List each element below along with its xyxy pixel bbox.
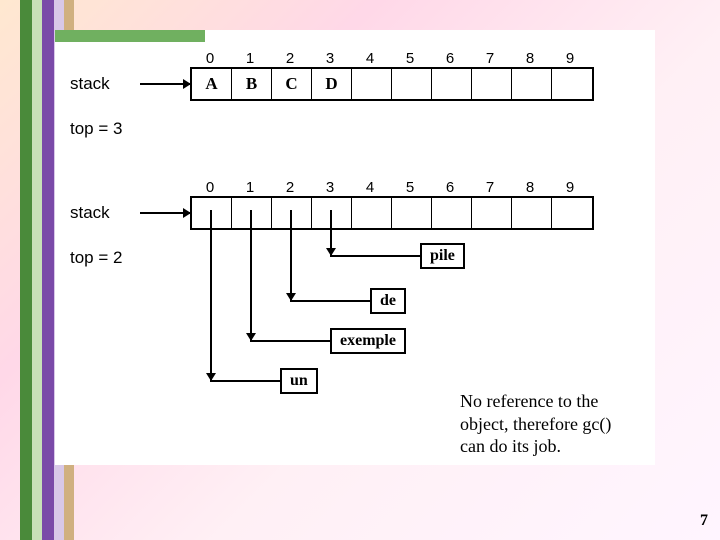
cell: A — [192, 69, 232, 99]
index-label: 3 — [310, 179, 350, 196]
cell — [272, 198, 312, 228]
indices-row-2: 0 1 2 3 4 5 6 7 8 9 — [190, 179, 650, 196]
ref-box-pile: pile — [420, 243, 465, 269]
cells-1: A B C D — [190, 67, 594, 101]
cell: D — [312, 69, 352, 99]
index-label: 6 — [430, 179, 470, 196]
cell: C — [272, 69, 312, 99]
stack-label-2: stack — [70, 203, 140, 223]
index-label: 2 — [270, 50, 310, 67]
cell — [432, 198, 472, 228]
cell — [312, 198, 352, 228]
page-number: 7 — [700, 512, 708, 530]
cell — [472, 69, 512, 99]
cell — [552, 69, 592, 99]
cell — [192, 198, 232, 228]
ref-box-de: de — [370, 288, 406, 314]
index-label: 9 — [550, 179, 590, 196]
index-label: 1 — [230, 50, 270, 67]
index-label: 5 — [390, 50, 430, 67]
cell — [472, 198, 512, 228]
cell — [392, 69, 432, 99]
cell — [352, 69, 392, 99]
accent-bar — [55, 30, 205, 42]
index-label: 2 — [270, 179, 310, 196]
array-group-1: 0 1 2 3 4 5 6 7 8 9 stack A B C D — [70, 50, 650, 139]
top-marker-icon — [325, 103, 335, 113]
cell — [352, 198, 392, 228]
cell: B — [232, 69, 272, 99]
index-label: 5 — [390, 179, 430, 196]
index-label: 8 — [510, 50, 550, 67]
top-value-1: top = 3 — [70, 119, 650, 139]
index-label: 3 — [310, 50, 350, 67]
index-label: 9 — [550, 50, 590, 67]
caption-line: object, therefore gc() — [460, 414, 611, 434]
index-label: 1 — [230, 179, 270, 196]
index-label: 7 — [470, 50, 510, 67]
ref-box-exemple: exemple — [330, 328, 406, 354]
index-label: 7 — [470, 179, 510, 196]
arrow-icon — [140, 212, 190, 214]
indices-row-1: 0 1 2 3 4 5 6 7 8 9 — [190, 50, 650, 67]
cell — [392, 198, 432, 228]
cell — [552, 198, 592, 228]
index-label: 6 — [430, 50, 470, 67]
ref-box-un: un — [280, 368, 318, 394]
cell — [512, 198, 552, 228]
index-label: 0 — [190, 50, 230, 67]
caption-line: can do its job. — [460, 436, 561, 456]
cell — [232, 198, 272, 228]
index-label: 4 — [350, 179, 390, 196]
stack-label-1: stack — [70, 74, 140, 94]
caption-line: No reference to the — [460, 391, 598, 411]
index-label: 4 — [350, 50, 390, 67]
index-label: 8 — [510, 179, 550, 196]
index-label: 0 — [190, 179, 230, 196]
cell — [512, 69, 552, 99]
top-value-2: top = 2 — [70, 248, 650, 268]
arrow-icon — [140, 83, 190, 85]
cell — [432, 69, 472, 99]
caption-text: No reference to the object, therefore gc… — [460, 390, 660, 458]
